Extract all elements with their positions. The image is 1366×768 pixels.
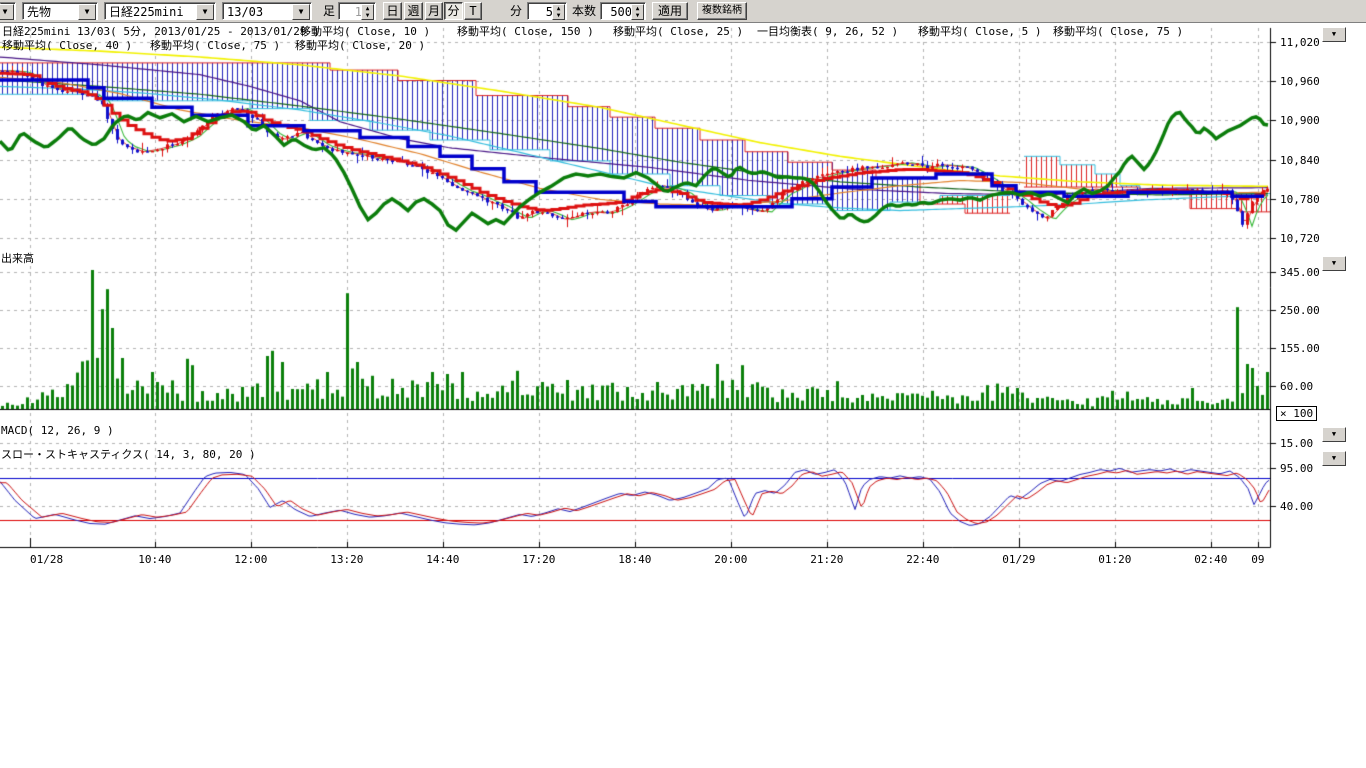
stoch-panel-menu-button[interactable]: ▼ <box>1322 451 1346 466</box>
chevron-down-icon[interactable]: ▼ <box>0 4 14 20</box>
macd-axis-tick-label: 15.00 <box>1280 437 1313 450</box>
price-panel-menu-button[interactable]: ▼ <box>1322 27 1346 42</box>
category-combo-value: 先物 <box>27 4 51 20</box>
price-axis-tick-label: 10,780 <box>1280 193 1320 206</box>
time-axis-tick-label: 01/29 <box>1002 553 1035 566</box>
legend-item: 日経225mini 13/03( 5分, 2013/01/25 - 2013/0… <box>2 25 320 38</box>
time-axis-tick-label: 22:40 <box>906 553 939 566</box>
period-button-4[interactable]: 分 <box>444 2 463 20</box>
volume-panel-label: 出来高 <box>1 252 34 265</box>
volume-axis-tick-label: 250.00 <box>1280 304 1320 317</box>
minute-label: 分 <box>510 2 522 20</box>
time-axis-tick-label: 13:20 <box>330 553 363 566</box>
time-axis-tick-label: 20:00 <box>714 553 747 566</box>
chart-application-window: ▼ 先物 ▼ 日経225mini ▼ 13/03 ▼ 足 1 ▲▼ 日週月分T … <box>0 0 1366 768</box>
time-axis-tick-label: 01:20 <box>1098 553 1131 566</box>
price-axis-tick-label: 10,960 <box>1280 75 1320 88</box>
chevron-down-icon[interactable]: ▼ <box>196 4 214 20</box>
bar-interval-spinner[interactable]: 1 ▲▼ <box>338 2 376 20</box>
edge-combo[interactable]: ▼ <box>0 2 16 20</box>
macd-panel-label: MACD( 12, 26, 9 ) <box>1 424 114 437</box>
bar-count-label: 本数 <box>572 2 596 20</box>
stochastics-panel-label: スロー・ストキャスティクス( 14, 3, 80, 20 ) <box>1 448 256 461</box>
legend-item: 一目均衡表( 9, 26, 52 ) <box>757 25 898 38</box>
legend-item: 移動平均( Close, 75 ) <box>1053 25 1183 38</box>
spinner-arrows-icon[interactable]: ▲▼ <box>552 4 565 20</box>
volume-panel-menu-button[interactable]: ▼ <box>1322 256 1346 271</box>
volume-axis-tick-label: 155.00 <box>1280 342 1320 355</box>
multi-symbol-button[interactable]: 複数銘柄 <box>697 2 747 20</box>
volume-multiplier-badge: × 100 <box>1276 406 1317 421</box>
price-axis-tick-label: 10,900 <box>1280 114 1320 127</box>
symbol-combo-value: 日経225mini <box>109 4 184 20</box>
time-axis-tick-label: 18:40 <box>618 553 651 566</box>
contract-month-combo[interactable]: 13/03 ▼ <box>222 2 312 20</box>
spinner-arrows-icon[interactable]: ▲▼ <box>631 4 644 20</box>
period-button-1[interactable]: 日 <box>383 2 402 20</box>
chevron-down-icon[interactable]: ▼ <box>292 4 310 20</box>
bar-count-spinner[interactable]: 500 ▲▼ <box>600 2 646 20</box>
legend-item: 移動平均( Close, 25 ) <box>613 25 743 38</box>
volume-axis-tick-label: 60.00 <box>1280 380 1313 393</box>
stoch-axis-tick-label: 40.00 <box>1280 500 1313 513</box>
price-axis-tick-label: 10,840 <box>1280 154 1320 167</box>
price-axis-tick-label: 10,720 <box>1280 232 1320 245</box>
legend-item: 移動平均( Close, 20 ) <box>295 39 425 52</box>
time-axis-tick-label: 09 <box>1251 553 1264 566</box>
contract-month-combo-value: 13/03 <box>227 4 263 20</box>
volume-axis-tick-label: 345.00 <box>1280 266 1320 279</box>
apply-button[interactable]: 適用 <box>652 2 688 20</box>
price-axis-tick-label: 11,020 <box>1280 36 1320 49</box>
time-axis-tick-label: 14:40 <box>426 553 459 566</box>
time-axis-tick-label: 21:20 <box>810 553 843 566</box>
stoch-axis-tick-label: 95.00 <box>1280 462 1313 475</box>
legend-item: 移動平均( Close, 150 ) <box>457 25 594 38</box>
category-combo[interactable]: 先物 ▼ <box>22 2 98 20</box>
bar-type-label: 足 <box>323 2 335 20</box>
legend-item: 移動平均( Close, 40 ) <box>2 39 132 52</box>
period-button-3[interactable]: 月 <box>425 2 443 20</box>
period-button-2[interactable]: 週 <box>404 2 423 20</box>
chevron-down-icon[interactable]: ▼ <box>78 4 96 20</box>
spinner-arrows-icon[interactable]: ▲▼ <box>361 4 374 20</box>
time-axis-tick-label: 12:00 <box>234 553 267 566</box>
time-axis-tick-label: 17:20 <box>522 553 555 566</box>
legend-item: 移動平均( Close, 10 ) <box>300 25 430 38</box>
time-axis-tick-label: 02:40 <box>1194 553 1227 566</box>
bar-count-spinner-value: 500 <box>610 4 632 20</box>
time-axis-tick-label: 10:40 <box>138 553 171 566</box>
macd-panel-menu-button[interactable]: ▼ <box>1322 427 1346 442</box>
chart-canvas[interactable] <box>0 0 1366 768</box>
minute-spinner[interactable]: 5 ▲▼ <box>527 2 567 20</box>
toolbar: ▼ 先物 ▼ 日経225mini ▼ 13/03 ▼ 足 1 ▲▼ 日週月分T … <box>0 0 1366 23</box>
time-axis-tick-label: 01/28 <box>30 553 63 566</box>
period-button-5[interactable]: T <box>464 2 482 20</box>
symbol-combo[interactable]: 日経225mini ▼ <box>104 2 216 20</box>
legend-item: 移動平均( Close, 75 ) <box>150 39 280 52</box>
legend-item: 移動平均( Close, 5 ) <box>918 25 1041 38</box>
